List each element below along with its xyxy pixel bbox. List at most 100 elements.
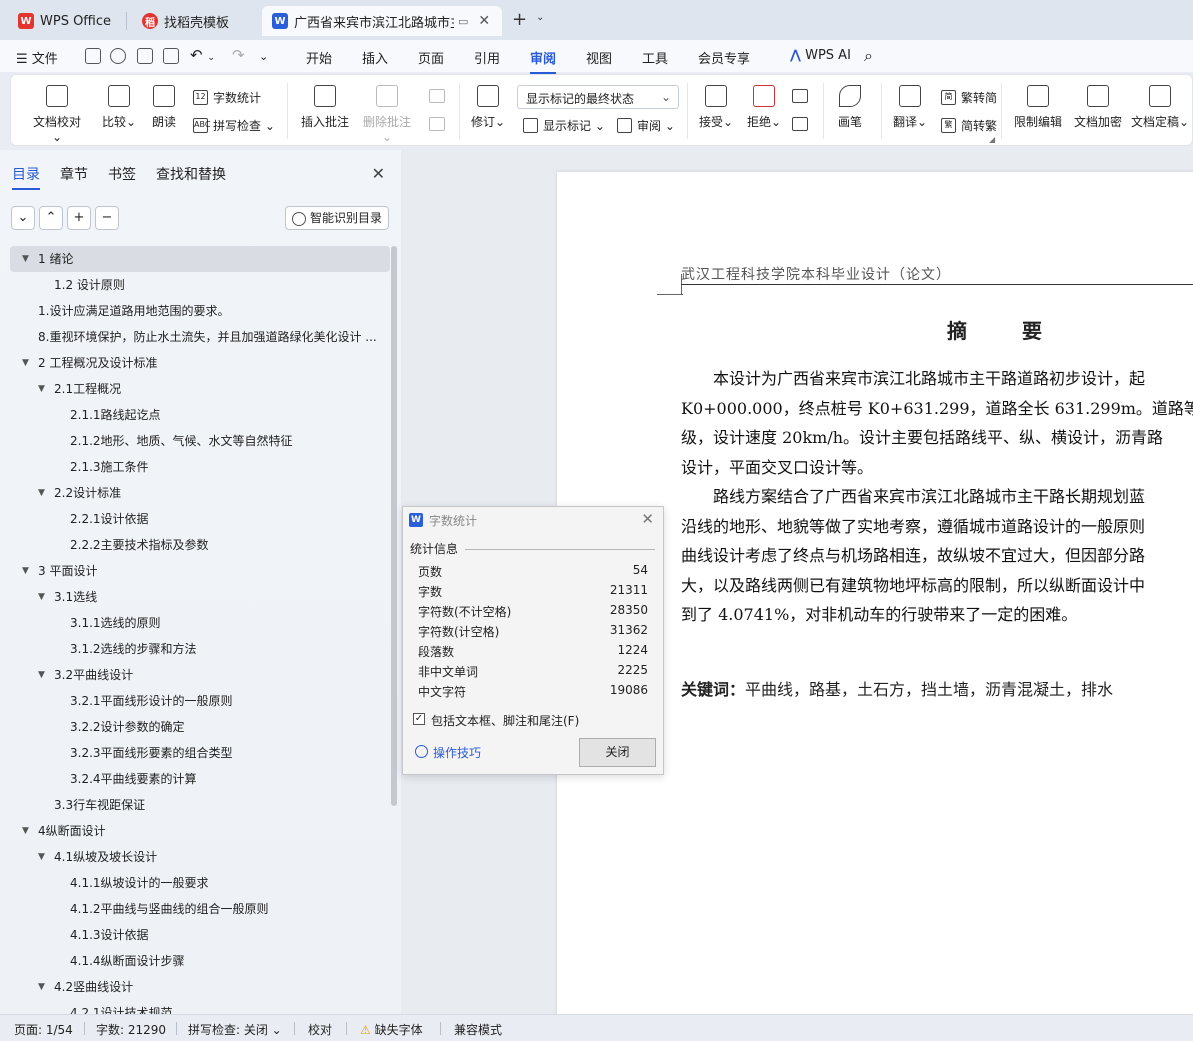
close-button[interactable]: 关闭 (579, 738, 656, 767)
menu-insert[interactable]: 插入 (362, 48, 388, 67)
show-markup-button[interactable]: 显示标记 ⌄ (523, 117, 605, 134)
toc-item[interactable]: ▼ 4.1纵坡及坡长设计 (10, 844, 390, 870)
toc-collapse-arrow-icon[interactable]: ▼ (38, 662, 45, 688)
word-count-button[interactable]: 12 字数统计 (193, 89, 261, 106)
toc-item[interactable]: 3.2.1平面线形设计的一般原则 (10, 688, 390, 714)
toc-item[interactable]: 2.1.3施工条件 (10, 454, 390, 480)
missing-font-status[interactable]: ⚠ 缺失字体 (360, 1021, 423, 1038)
group-expand-icon[interactable]: ◢ (989, 135, 995, 144)
tab-docer-templates[interactable]: 稻 找稻壳模板 (132, 6, 256, 36)
expand-all-button[interactable]: ⌄ (11, 206, 35, 230)
toc-item[interactable]: 2.1.1路线起讫点 (10, 402, 390, 428)
toc-item[interactable]: ▼ 1 绪论 (10, 246, 390, 272)
encrypt-button[interactable]: 文档加密 (1071, 85, 1125, 130)
spell-check-status[interactable]: 拼写检查: 关闭 ⌄ (188, 1021, 282, 1038)
toc-collapse-arrow-icon[interactable]: ▼ (38, 376, 45, 402)
wps-ai-button[interactable]: ⋀ WPS AI (790, 48, 851, 63)
search-icon[interactable]: ⌕ (864, 46, 873, 66)
toc-item[interactable]: ▼ 3 平面设计 (10, 558, 390, 584)
toc-collapse-arrow-icon[interactable]: ▼ (22, 246, 29, 272)
toc-item[interactable]: ▼ 3.1选线 (10, 584, 390, 610)
menu-view[interactable]: 视图 (586, 48, 612, 67)
toc-item[interactable]: 4.2.1设计技术规范 (10, 1000, 390, 1014)
previous-change-icon[interactable] (792, 89, 808, 103)
toc-item[interactable]: 3.2.3平面线形要素的组合类型 (10, 740, 390, 766)
toc-item[interactable]: 2.2.2主要技术指标及参数 (10, 532, 390, 558)
toc-item[interactable]: 3.2.4平曲线要素的计算 (10, 766, 390, 792)
new-tab-button[interactable]: + (512, 9, 527, 30)
finalize-button[interactable]: 文档定稿⌄ (1129, 85, 1191, 130)
toc-item[interactable]: 3.1.1选线的原则 (10, 610, 390, 636)
menu-member[interactable]: 会员专享 (698, 48, 750, 67)
toc-item[interactable]: ▼ 2.2设计标准 (10, 480, 390, 506)
toc-item[interactable]: 4.1.2平曲线与竖曲线的组合一般原则 (10, 896, 390, 922)
remove-heading-button[interactable]: − (95, 206, 119, 230)
toc-collapse-arrow-icon[interactable]: ▼ (38, 974, 45, 1000)
reject-button[interactable]: 拒绝⌄ (745, 85, 783, 130)
toc-item[interactable]: ▼ 4纵断面设计 (10, 818, 390, 844)
include-textbox-checkbox[interactable]: ✓ (413, 713, 425, 725)
toc-collapse-arrow-icon[interactable]: ▼ (38, 480, 45, 506)
to-simplified-button[interactable]: 简繁转简 (941, 89, 997, 106)
undo-icon[interactable]: ↶ ⌄ (190, 46, 215, 64)
chevron-down-icon[interactable]: ⌄ (536, 12, 544, 23)
spell-check-button[interactable]: ABC 拼写检查 ⌄ (193, 117, 275, 134)
toc-item[interactable]: 4.1.4纵断面设计步骤 (10, 948, 390, 974)
read-aloud-button[interactable]: 朗读 (149, 85, 179, 130)
restrict-edit-button[interactable]: 限制编辑 (1011, 85, 1065, 130)
toc-item[interactable]: 3.3行车视距保证 (10, 792, 390, 818)
revise-button[interactable]: 修订⌄ (469, 85, 507, 130)
previous-comment-icon[interactable] (429, 89, 445, 103)
toc-item[interactable]: 1.设计应满足道路用地范围的要求。 (10, 298, 390, 324)
page-indicator[interactable]: 页面: 1/54 (14, 1021, 73, 1038)
next-comment-icon[interactable] (429, 117, 445, 131)
print-icon[interactable] (137, 48, 153, 64)
tab-document[interactable]: W 广西省来宾市滨江北路城市主干 ▭ ✕ (262, 6, 502, 36)
print-preview-icon[interactable] (163, 48, 179, 64)
to-traditional-button[interactable]: 繁简转繁 (941, 117, 997, 134)
menu-tools[interactable]: 工具 (642, 48, 668, 67)
menu-home[interactable]: 开始 (306, 48, 332, 67)
toc-collapse-arrow-icon[interactable]: ▼ (38, 844, 45, 870)
pen-button[interactable]: 画笔 (833, 85, 867, 130)
toc-item[interactable]: 4.1.3设计依据 (10, 922, 390, 948)
nav-tab-bookmarks[interactable]: 书签 (108, 164, 136, 190)
toc-item[interactable]: ▼ 2.1工程概况 (10, 376, 390, 402)
toc-collapse-arrow-icon[interactable]: ▼ (22, 350, 29, 376)
add-heading-button[interactable]: + (67, 206, 91, 230)
redo-icon[interactable]: ↷ (232, 46, 245, 64)
toc-scrollbar[interactable] (391, 246, 397, 806)
tips-link[interactable]: 操作技巧 (415, 744, 481, 761)
toc-item[interactable]: 2.1.2地形、地质、气候、水文等自然特征 (10, 428, 390, 454)
markup-state-select[interactable]: 显示标记的最终状态 ⌄ (517, 85, 679, 109)
toc-item[interactable]: ▼ 2 工程概况及设计标准 (10, 350, 390, 376)
close-nav-icon[interactable]: ✕ (372, 164, 385, 183)
toc-collapse-arrow-icon[interactable]: ▼ (22, 818, 29, 844)
save-icon[interactable] (85, 48, 101, 64)
dialog-title-bar[interactable]: W 字数统计 ✕ (403, 507, 663, 533)
translate-button[interactable]: 翻译⌄ (891, 85, 929, 130)
next-change-icon[interactable] (792, 117, 808, 131)
delete-comment-button[interactable]: 删除批注⌄ (359, 85, 415, 144)
accept-button[interactable]: 接受⌄ (697, 85, 735, 130)
toc-item[interactable]: 3.2.2设计参数的确定 (10, 714, 390, 740)
toc-item[interactable]: 4.1.1纵坡设计的一般要求 (10, 870, 390, 896)
menu-page[interactable]: 页面 (418, 48, 444, 67)
insert-comment-button[interactable]: 插入批注 (299, 85, 351, 130)
toc-item[interactable]: ▼ 4.2竖曲线设计 (10, 974, 390, 1000)
toc-item[interactable]: 1.2 设计原则 (10, 272, 390, 298)
menu-review[interactable]: 审阅 (530, 48, 557, 74)
proof-status[interactable]: 校对 (308, 1021, 332, 1038)
tab-wps-office[interactable]: W WPS Office (8, 6, 122, 36)
toc-item[interactable]: 3.1.2选线的步骤和方法 (10, 636, 390, 662)
menu-references[interactable]: 引用 (474, 48, 500, 67)
nav-tab-find-replace[interactable]: 查找和替换 (156, 164, 226, 190)
word-count-indicator[interactable]: 字数: 21290 (96, 1021, 166, 1038)
toc-collapse-arrow-icon[interactable]: ▼ (38, 584, 45, 610)
toc-collapse-arrow-icon[interactable]: ▼ (22, 558, 29, 584)
share-icon[interactable] (110, 48, 126, 64)
compare-button[interactable]: 比较⌄ (99, 85, 139, 130)
nav-tab-sections[interactable]: 章节 (60, 164, 88, 190)
smart-toc-button[interactable]: 智能识别目录 (285, 206, 389, 230)
doc-check-button[interactable]: 文档校对 ⌄ (29, 85, 85, 144)
